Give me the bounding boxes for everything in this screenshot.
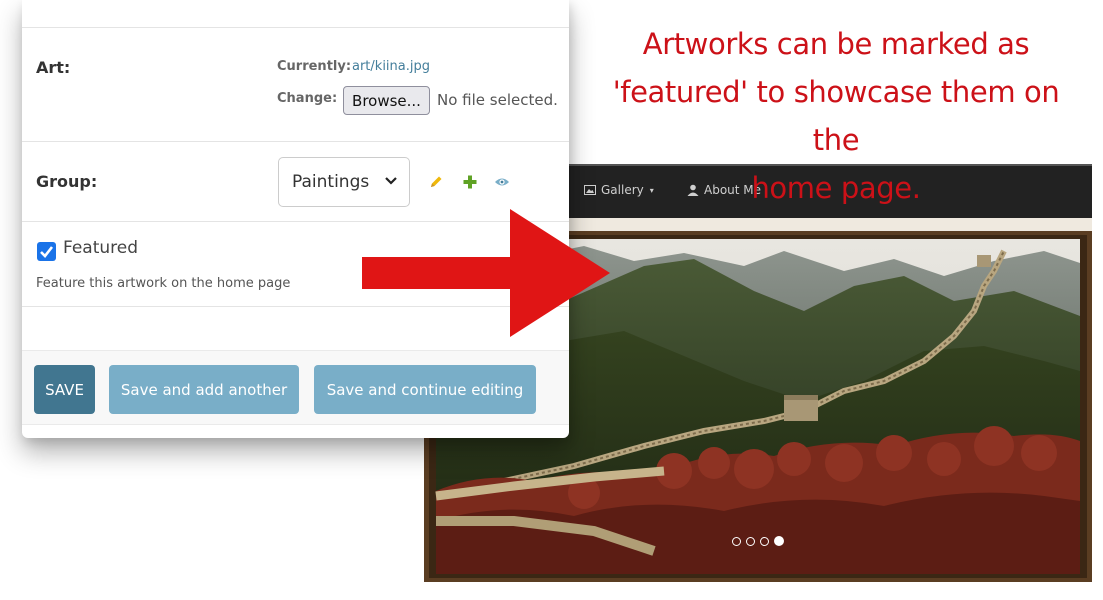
current-file-link[interactable]: art/kiina.jpg (352, 59, 430, 74)
add-icon[interactable] (462, 174, 478, 190)
featured-checkbox[interactable] (37, 242, 56, 261)
edit-icon[interactable] (428, 174, 444, 190)
chevron-down-icon (385, 177, 397, 185)
featured-help-text: Feature this artwork on the home page (36, 276, 291, 291)
no-file-selected-text: No file selected. (437, 91, 558, 109)
carousel-dot[interactable] (746, 536, 755, 546)
carousel-dot[interactable] (732, 536, 741, 546)
divider (22, 141, 569, 142)
change-label: Change: (277, 91, 338, 106)
group-select[interactable]: Paintings (278, 157, 410, 207)
callout-line-2: 'featured' to showcase them on the (612, 75, 1060, 157)
art-field-label: Art: (36, 58, 71, 77)
submit-row: SAVE Save and add another Save and conti… (22, 350, 569, 425)
checkmark-icon (40, 246, 54, 258)
group-select-value: Paintings (292, 172, 370, 192)
carousel-dot-active[interactable] (774, 536, 784, 546)
group-field-label: Group: (36, 172, 98, 191)
divider (22, 27, 569, 28)
callout-line-3: home page. (751, 171, 921, 205)
browse-button[interactable]: Browse... (343, 86, 430, 115)
currently-label: Currently: (277, 59, 352, 74)
save-and-continue-button[interactable]: Save and continue editing (314, 365, 536, 414)
red-arrow-icon (362, 209, 610, 337)
carousel-indicators (732, 536, 784, 546)
featured-label[interactable]: Featured (63, 238, 138, 258)
save-and-add-another-button[interactable]: Save and add another (109, 365, 299, 414)
callout-line-1: Artworks can be marked as (642, 27, 1030, 61)
save-button[interactable]: SAVE (34, 365, 95, 414)
annotation-callout: Artworks can be marked as 'featured' to … (586, 20, 1086, 212)
view-icon[interactable] (494, 174, 510, 190)
carousel-dot[interactable] (760, 536, 769, 546)
